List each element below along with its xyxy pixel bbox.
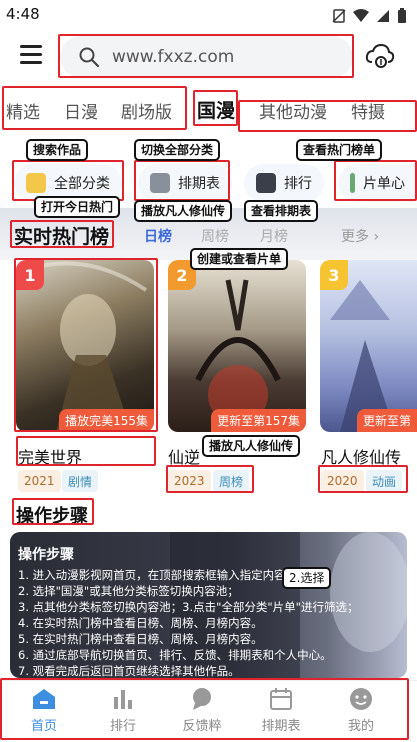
hot-tab-monthly[interactable]: 月榜 [260,226,288,246]
steps-panel: 操作步骤 1. 进入动漫影视网首页，在顶部搜索框输入指定内容； 2. 选择"国漫… [10,532,407,678]
episode-status: 播放完美155集 [59,409,154,432]
hot-tab-daily[interactable]: 日榜 [144,226,172,246]
cloud-download-icon[interactable] [365,42,395,70]
annotation-view-schedule: 查看排期表 [244,200,319,222]
ranking-icon [256,173,276,193]
calendar-icon [270,688,292,710]
battery-icon [398,8,406,23]
step-line: 1. 进入动漫影视网首页，在顶部搜索框输入指定内容； [18,568,298,582]
annotation-view-hot: 查看热门榜单 [296,139,383,161]
profile-face-icon [350,688,372,710]
chip-label: 排期表 [178,176,220,192]
hot-list-title: 实时热门榜 [14,226,110,248]
annotation-search-works: 搜索作品 [26,139,89,161]
card-title[interactable]: 完美世界 [18,444,82,468]
status-icons [332,8,407,24]
step-line: 3. 点其他分类标签切换内容池；3.点击"全部分类"片单"进行筛选； [18,600,359,614]
chip-playlist[interactable]: 片单心 [338,164,417,202]
schedule-icon [150,173,170,193]
genre-badge: 周榜 [213,470,250,492]
genre-badge: 动画 [366,470,403,492]
steps-heading: 操作步骤 [18,547,74,563]
card-title[interactable]: 凡人修仙传 [321,444,401,468]
poster-card[interactable]: 1 播放完美155集 [16,260,154,432]
annotation-open-today: 打开今日热门 [34,196,121,218]
signal-icon [377,10,389,22]
nav-label: 排期表 [261,719,301,734]
poster-card[interactable]: 2 更新至第157集 [168,260,306,432]
step-line: 6. 通过底部导航切换首页、排行、反馈、排期表和个人中心。 [18,648,332,662]
chip-schedule[interactable]: 排期表 [138,164,232,202]
rank-badge: 1 [16,260,44,290]
search-icon [79,47,100,68]
year-badge: 2020 [321,470,364,492]
poster-card[interactable]: 3 更新至第 [320,260,417,432]
nav-label: 排行 [109,719,136,734]
hot-tab-weekly[interactable]: 周榜 [201,226,229,246]
chip-label: 排行 [284,176,312,192]
tab-riman[interactable]: 日漫 [64,98,98,123]
nav-schedule[interactable]: 排期表 [251,687,311,734]
bottom-nav: 首页 排行 反馈粹 排期表 我的 [0,680,417,742]
no-sim-icon [332,9,346,23]
tab-guoman[interactable]: 国漫 [197,96,235,123]
card-title[interactable]: 仙逆 [168,444,200,468]
chip-label: 全部分类 [54,176,110,192]
nav-label: 首页 [30,719,57,734]
tab-other-anime[interactable]: 其他动漫 [259,98,327,123]
year-badge: 2023 [168,470,211,492]
hot-more-link[interactable]: 更多 › [341,226,379,246]
category-tabs: 精选 日漫 剧场版 国漫 其他动漫 特摄 [0,88,417,130]
nav-label: 反馈粹 [182,719,222,734]
step-line: 4. 在实时热门榜中查看日榜、周榜、月榜内容。 [18,616,263,630]
status-time: 4:48 [6,5,40,23]
playlist-icon [350,173,355,193]
status-bar: 4:48 [0,0,417,30]
wifi-icon [353,9,369,22]
step-overlay-label: 2.选择 [282,567,332,589]
genre-badge: 剧情 [62,470,99,492]
episode-status: 更新至第 [356,409,417,432]
tab-tesou[interactable]: 特摄 [351,98,385,123]
steps-section-title: 操作步骤 [16,506,88,527]
tab-juchangban[interactable]: 剧场版 [121,98,172,123]
search-bar[interactable]: www.fxxz.com [60,36,353,78]
all-categories-icon [26,173,46,193]
search-input[interactable]: www.fxxz.com [112,47,234,67]
annotation-play-fanren-2: 播放凡人修仙传 [202,435,301,457]
chip-label: 片单心 [363,176,405,192]
step-line: 5. 在实时热门榜中查看日榜、周榜、月榜内容。 [18,632,263,646]
tab-jingxuan[interactable]: 精选 [6,98,40,123]
episode-status: 更新至第157集 [211,409,306,432]
menu-icon[interactable] [20,45,42,65]
feedback-icon [193,688,211,710]
year-badge: 2021 [18,470,61,492]
home-icon [33,689,55,709]
step-line: 7. 观看完成后返回首页继续选择其他作品。 [18,664,240,678]
annotation-create-list: 创建或查看片单 [190,248,289,270]
bar-chart-icon [114,690,132,709]
chip-ranking[interactable]: 排行 [244,164,324,202]
nav-home[interactable]: 首页 [14,687,74,734]
nav-feedback[interactable]: 反馈粹 [172,687,232,734]
annotation-play-fanren: 播放凡人修仙传 [134,200,233,222]
nav-label: 我的 [347,719,374,734]
annotation-switch-all: 切换全部分类 [134,139,221,161]
step-line: 2. 选择"国漫"或其他分类标签切换内容池； [18,584,239,598]
rank-badge: 3 [320,260,348,290]
nav-profile[interactable]: 我的 [331,687,391,734]
nav-ranking[interactable]: 排行 [93,687,153,734]
